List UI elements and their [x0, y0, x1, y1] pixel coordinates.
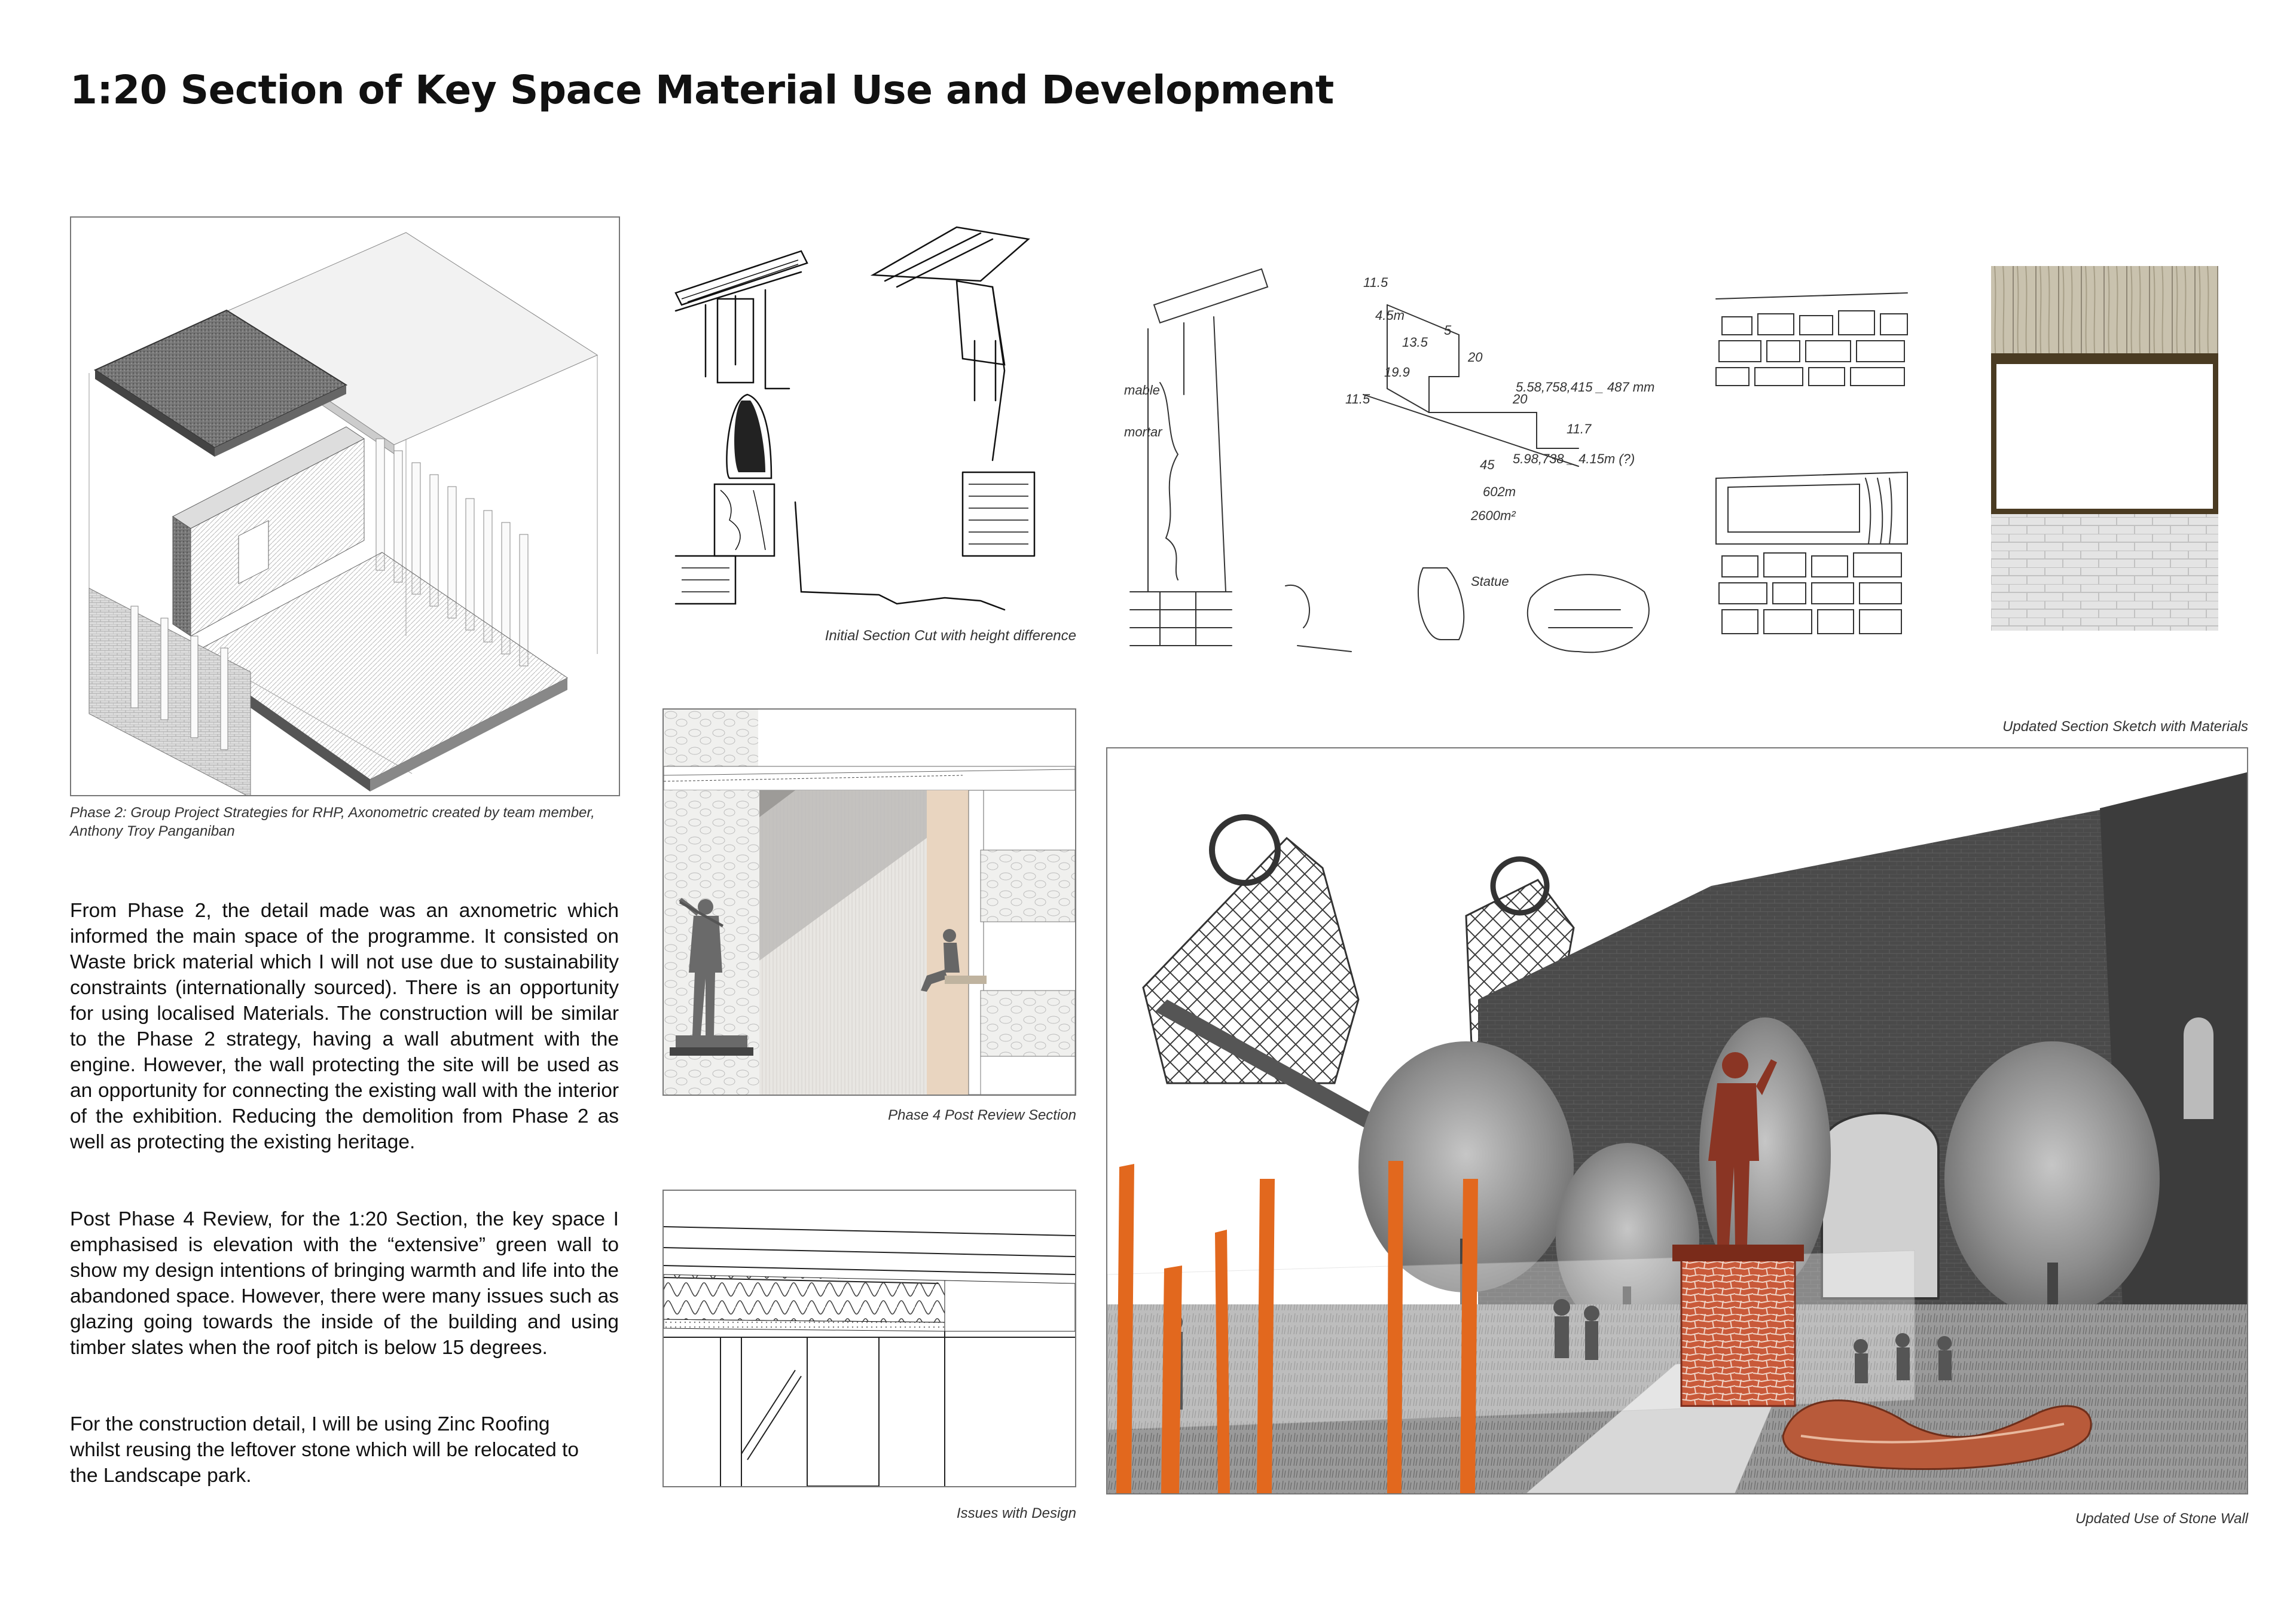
updated-sketch-caption: Updated Section Sketch with Materials	[2002, 719, 2248, 735]
body-paragraph-3: For the construction detail, I will be u…	[70, 1413, 579, 1487]
sketch-note-14: 2600m²	[1470, 508, 1516, 523]
initial-section-sketch	[670, 221, 1076, 616]
phase4-section-figure	[662, 708, 1076, 1096]
sketch-note-2: 4.5m	[1375, 308, 1405, 323]
body-paragraph-2: Post Phase 4 Review, for the 1:20 Sectio…	[70, 1208, 619, 1359]
sketch-note-10: 11.7	[1567, 421, 1592, 436]
sketch-note-17: mortar	[1124, 424, 1163, 439]
sketch-note-12: 5.98,738 _ 4.15m (?)	[1513, 451, 1635, 466]
sketch-note-16: mable	[1124, 383, 1160, 398]
body-paragraph-1: From Phase 2, the detail made was an axn…	[70, 900, 619, 1153]
stone-wall-sketches	[1710, 281, 1925, 664]
phase4-section-caption: Phase 4 Post Review Section	[888, 1107, 1076, 1123]
sketch-note-7: 11.5	[1345, 392, 1370, 406]
stone-wall-caption: Updated Use of Stone Wall	[2075, 1511, 2248, 1527]
material-sketch	[1991, 266, 2218, 631]
axonometric-caption: Phase 2: Group Project Strategies for RH…	[70, 805, 595, 839]
issues-figure	[662, 1190, 1076, 1487]
sketch-note-13: 602m	[1483, 484, 1516, 499]
page-title: 1:20 Section of Key Space Material Use a…	[70, 67, 1334, 113]
sketch-note-3: 13.5	[1402, 335, 1428, 350]
axonometric-figure	[70, 216, 620, 796]
sketch-note-15: Statue	[1471, 574, 1509, 589]
sketch-note-5: 20	[1467, 350, 1483, 365]
initial-section-caption: Initial Section Cut with height differen…	[825, 628, 1076, 644]
sketch-note-4: 5	[1444, 323, 1452, 338]
sketch-note-9: 5.58,758,415 _ 487 mm	[1516, 380, 1654, 395]
sketch-note-1: 11.5	[1363, 275, 1388, 290]
dimension-sketch: 11.5 4.5m 13.5 5 20 19.9 11.5 20 5.58,75…	[1124, 257, 1698, 687]
stone-wall-collage	[1106, 747, 2248, 1494]
sketch-note-6: 19.9	[1384, 365, 1410, 380]
sketch-note-11: 45	[1480, 457, 1495, 472]
issues-caption: Issues with Design	[956, 1505, 1076, 1521]
